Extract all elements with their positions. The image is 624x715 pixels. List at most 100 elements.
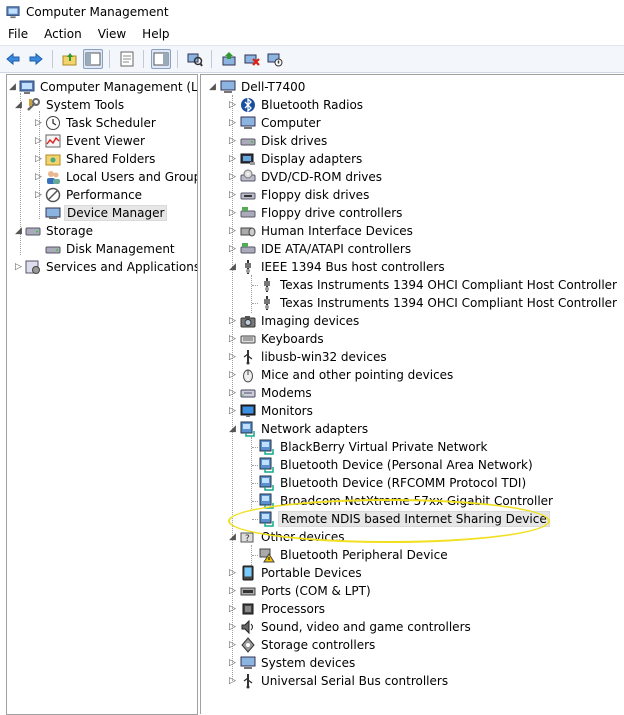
expand-arrow-icon[interactable]: ▷ [35,118,43,128]
tree-root-computer[interactable]: ◢ Dell-T7400 [209,78,307,96]
expand-arrow-icon[interactable]: ▷ [229,334,237,344]
device-tree-item[interactable]: ◢? Other devices [229,528,347,546]
tree-label: Disk drives [261,134,328,148]
expand-arrow-icon[interactable]: ▷ [229,658,237,668]
expand-arrow-icon[interactable]: ▷ [229,118,237,128]
expand-arrow-icon[interactable]: ▷ [229,190,237,200]
device-tree-item[interactable]: ▷ Human Interface Devices [229,222,415,240]
tree-item-disk-management[interactable]: Disk Management [45,240,177,258]
expand-arrow-icon[interactable]: ▷ [229,316,237,326]
properties-button[interactable] [117,49,137,69]
device-tree-item[interactable]: Bluetooth Peripheral Device [259,546,450,564]
expand-arrow-icon[interactable]: ▷ [229,586,237,596]
expand-arrow-icon[interactable]: ▷ [35,136,43,146]
expand-arrow-icon[interactable]: ▷ [35,190,43,200]
device-tree-item[interactable]: ▷ Storage controllers [229,636,377,654]
menu-help[interactable]: Help [134,24,177,45]
collapse-arrow-icon[interactable]: ◢ [15,226,23,236]
device-tree-item[interactable]: ◢ IEEE 1394 Bus host controllers [229,258,447,276]
tree-item-computer-management[interactable]: ◢ Computer Management (Local [9,78,198,96]
collapse-arrow-icon[interactable]: ◢ [9,82,17,92]
expand-arrow-icon[interactable]: ▷ [229,172,237,182]
tree-item-task-scheduler[interactable]: ▷ Task Scheduler [35,114,158,132]
expand-arrow-icon[interactable]: ▷ [229,136,237,146]
expand-arrow-icon[interactable]: ▷ [229,622,237,632]
expand-arrow-icon[interactable]: ▷ [35,172,43,182]
device-tree-item[interactable]: BlackBerry Virtual Private Network [259,438,489,456]
menu-action[interactable]: Action [36,24,90,45]
device-tree-item[interactable]: Bluetooth Device (Personal Area Network) [259,456,535,474]
tree-item-shared-folders[interactable]: ▷ Shared Folders [35,150,157,168]
scan-hardware-button[interactable] [185,49,205,69]
device-tree-item[interactable]: ▷ Universal Serial Bus controllers [229,672,450,690]
device-tree-item[interactable]: ▷ Bluetooth Radios [229,96,365,114]
expand-arrow-icon[interactable]: ▷ [229,604,237,614]
update-driver-button[interactable] [219,49,239,69]
device-tree-item[interactable]: ▷ Computer [229,114,323,132]
tree-item-services[interactable]: ▷ Services and Applications [15,258,197,276]
console-tree-pane[interactable]: ◢ Computer Management (Local ◢ System To… [6,74,198,715]
device-tree-item[interactable]: ◢ Network adapters [229,420,370,438]
menu-file[interactable]: File [0,24,36,45]
show-hide-console-tree-button[interactable] [83,49,103,69]
device-tree-item[interactable]: ▷ System devices [229,654,357,672]
device-tree-item[interactable]: ▷ IDE ATA/ATAPI controllers [229,240,413,258]
device-tree-item[interactable]: ▷ Floppy drive controllers [229,204,404,222]
back-button[interactable] [3,49,23,69]
expand-arrow-icon[interactable]: ▷ [229,154,237,164]
device-tree-item[interactable]: Texas Instruments 1394 OHCI Compliant Ho… [259,276,619,294]
device-tree-item[interactable]: ▷ Processors [229,600,327,618]
tree-item-event-viewer[interactable]: ▷ Event Viewer [35,132,147,150]
up-level-button[interactable] [60,49,80,69]
tree-label: Keyboards [261,332,324,346]
expand-arrow-icon[interactable]: ▷ [229,100,237,110]
device-tree-item[interactable]: ▷ Display adapters [229,150,364,168]
expand-arrow-icon[interactable]: ▷ [229,370,237,380]
expand-arrow-icon[interactable]: ▷ [229,208,237,218]
collapse-arrow-icon[interactable]: ◢ [229,262,237,272]
forward-button[interactable] [26,49,46,69]
expand-arrow-icon[interactable]: ▷ [229,406,237,416]
expand-arrow-icon[interactable]: ▷ [229,676,237,686]
device-tree-item[interactable]: Broadcom NetXtreme 57xx Gigabit Controll… [259,492,555,510]
expand-arrow-icon[interactable]: ▷ [15,262,23,272]
tree-item-device-manager[interactable]: Device Manager [45,204,168,222]
collapse-arrow-icon[interactable]: ◢ [229,532,237,542]
menu-view[interactable]: View [90,24,134,45]
device-tree-item[interactable]: ▷ Mice and other pointing devices [229,366,455,384]
tree-label: Computer Management (Local [40,80,198,94]
device-tree-item[interactable]: ▷ Floppy disk drives [229,186,371,204]
device-tree-item[interactable]: ▷ libusb-win32 devices [229,348,389,366]
device-tree-item[interactable]: ▷ Sound, video and game controllers [229,618,473,636]
expand-arrow-icon[interactable]: ▷ [229,388,237,398]
tree-item-performance[interactable]: ▷ Performance [35,186,144,204]
tree-item-system-tools[interactable]: ◢ System Tools [15,96,126,114]
device-tree-item[interactable]: Remote NDIS based Internet Sharing Devic… [259,510,550,528]
collapse-arrow-icon[interactable]: ◢ [229,424,237,434]
expand-arrow-icon[interactable]: ▷ [229,226,237,236]
expand-arrow-icon[interactable]: ▷ [229,352,237,362]
device-tree-item[interactable]: Bluetooth Device (RFCOMM Protocol TDI) [259,474,528,492]
show-hide-action-pane-button[interactable] [151,49,171,69]
expand-arrow-icon[interactable]: ▷ [35,154,43,164]
tree-item-local-users[interactable]: ▷ Local Users and Groups [35,168,197,186]
device-tree-item[interactable]: ▷ Disk drives [229,132,329,150]
device-tree-item[interactable]: ▷ Portable Devices [229,564,364,582]
tree-item-storage[interactable]: ◢ Storage [15,222,95,240]
device-tree-pane[interactable]: ◢ Dell-T7400 ▷ Bluetooth Radios ▷ Computer ▷… [200,74,624,714]
collapse-arrow-icon[interactable]: ◢ [209,82,217,92]
device-tree-item[interactable]: ▷ Imaging devices [229,312,361,330]
device-tree-item[interactable]: ▷ Ports (COM & LPT) [229,582,373,600]
device-tree-item[interactable]: ▷ Monitors [229,402,315,420]
device-tree-item[interactable]: ▷ Modems [229,384,314,402]
expand-arrow-icon[interactable]: ▷ [229,244,237,254]
disable-device-button[interactable] [265,49,285,69]
device-tree-item[interactable]: ▷ DVD/CD-ROM drives [229,168,384,186]
device-tree-item[interactable]: Texas Instruments 1394 OHCI Compliant Ho… [259,294,619,312]
device-tree-item[interactable]: ▷ Keyboards [229,330,326,348]
tree-label: Bluetooth Radios [261,98,364,112]
collapse-arrow-icon[interactable]: ◢ [15,100,23,110]
expand-arrow-icon[interactable]: ▷ [229,568,237,578]
expand-arrow-icon[interactable]: ▷ [229,640,237,650]
uninstall-button[interactable] [242,49,262,69]
